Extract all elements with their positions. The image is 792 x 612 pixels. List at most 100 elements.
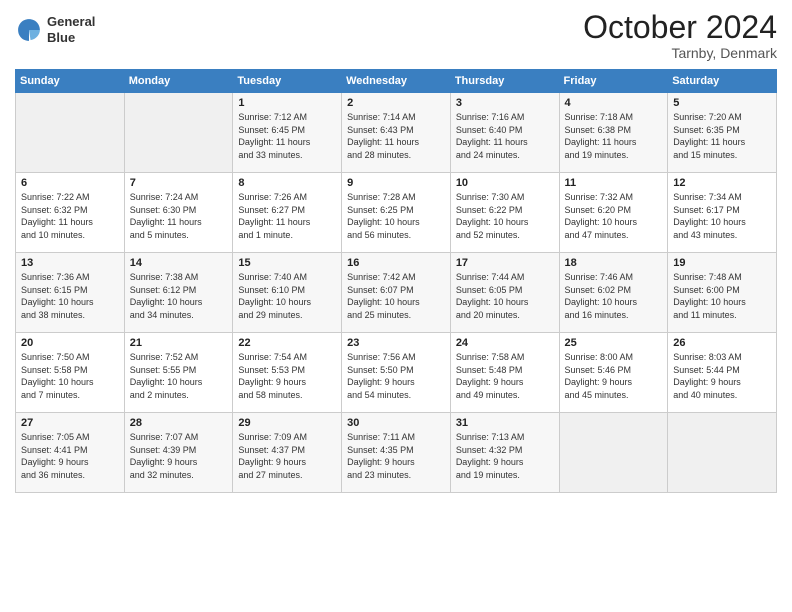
calendar-cell [559,413,668,493]
calendar-table: SundayMondayTuesdayWednesdayThursdayFrid… [15,69,777,493]
day-info: Sunrise: 7:26 AM Sunset: 6:27 PM Dayligh… [238,191,336,241]
logo-icon [15,16,43,44]
day-info: Sunrise: 7:12 AM Sunset: 6:45 PM Dayligh… [238,111,336,161]
calendar-cell: 10 Sunrise: 7:30 AM Sunset: 6:22 PM Dayli… [450,173,559,253]
day-number: 5 [673,97,771,109]
title-location: Tarnby, Denmark [583,45,777,61]
logo-line1: General [47,14,95,30]
day-number: 19 [673,257,771,269]
day-number: 30 [347,417,445,429]
day-number: 23 [347,337,445,349]
calendar-header-sunday: Sunday [16,70,125,93]
calendar-cell: 3 Sunrise: 7:16 AM Sunset: 6:40 PM Daylig… [450,93,559,173]
day-number: 18 [565,257,663,269]
day-number: 10 [456,177,554,189]
calendar-cell: 26 Sunrise: 8:03 AM Sunset: 5:44 PM Dayli… [668,333,777,413]
day-info: Sunrise: 7:36 AM Sunset: 6:15 PM Dayligh… [21,271,119,321]
day-number: 11 [565,177,663,189]
calendar-cell: 23 Sunrise: 7:56 AM Sunset: 5:50 PM Dayli… [342,333,451,413]
calendar-cell: 20 Sunrise: 7:50 AM Sunset: 5:58 PM Dayli… [16,333,125,413]
day-info: Sunrise: 7:40 AM Sunset: 6:10 PM Dayligh… [238,271,336,321]
calendar-header-monday: Monday [124,70,233,93]
calendar-cell: 1 Sunrise: 7:12 AM Sunset: 6:45 PM Daylig… [233,93,342,173]
day-number: 13 [21,257,119,269]
day-number: 14 [130,257,228,269]
day-number: 20 [21,337,119,349]
day-info: Sunrise: 8:00 AM Sunset: 5:46 PM Dayligh… [565,351,663,401]
day-info: Sunrise: 7:42 AM Sunset: 6:07 PM Dayligh… [347,271,445,321]
day-info: Sunrise: 7:52 AM Sunset: 5:55 PM Dayligh… [130,351,228,401]
day-info: Sunrise: 7:56 AM Sunset: 5:50 PM Dayligh… [347,351,445,401]
day-info: Sunrise: 7:48 AM Sunset: 6:00 PM Dayligh… [673,271,771,321]
day-info: Sunrise: 7:32 AM Sunset: 6:20 PM Dayligh… [565,191,663,241]
day-number: 9 [347,177,445,189]
day-number: 31 [456,417,554,429]
logo-text: General Blue [47,14,95,45]
day-info: Sunrise: 7:13 AM Sunset: 4:32 PM Dayligh… [456,431,554,481]
calendar-cell: 22Sunrise: 7:54 AM Sunset: 5:53 PM Dayli… [233,333,342,413]
calendar-cell [124,93,233,173]
day-info: Sunrise: 7:05 AM Sunset: 4:41 PM Dayligh… [21,431,119,481]
day-info: Sunrise: 7:58 AM Sunset: 5:48 PM Dayligh… [456,351,554,401]
day-number: 29 [238,417,336,429]
calendar-week-row: 13 Sunrise: 7:36 AM Sunset: 6:15 PM Dayli… [16,253,777,333]
day-number: 16 [347,257,445,269]
day-info: Sunrise: 7:16 AM Sunset: 6:40 PM Dayligh… [456,111,554,161]
day-info: Sunrise: 7:18 AM Sunset: 6:38 PM Dayligh… [565,111,663,161]
calendar-cell: 16 Sunrise: 7:42 AM Sunset: 6:07 PM Dayli… [342,253,451,333]
calendar-cell: 19 Sunrise: 7:48 AM Sunset: 6:00 PM Dayli… [668,253,777,333]
day-number: 25 [565,337,663,349]
logo-line2: Blue [47,30,95,46]
day-number: 15 [238,257,336,269]
day-number: 1 [238,97,336,109]
calendar-cell: 12 Sunrise: 7:34 AM Sunset: 6:17 PM Dayli… [668,173,777,253]
calendar-cell: 14Sunrise: 7:38 AM Sunset: 6:12 PM Dayli… [124,253,233,333]
day-number: 24 [456,337,554,349]
day-number: 6 [21,177,119,189]
calendar-week-row: 20 Sunrise: 7:50 AM Sunset: 5:58 PM Dayli… [16,333,777,413]
calendar-week-row: 1 Sunrise: 7:12 AM Sunset: 6:45 PM Daylig… [16,93,777,173]
calendar-header-tuesday: Tuesday [233,70,342,93]
day-number: 27 [21,417,119,429]
day-info: Sunrise: 7:09 AM Sunset: 4:37 PM Dayligh… [238,431,336,481]
calendar-cell: 27 Sunrise: 7:05 AM Sunset: 4:41 PM Dayli… [16,413,125,493]
day-number: 8 [238,177,336,189]
day-info: Sunrise: 7:34 AM Sunset: 6:17 PM Dayligh… [673,191,771,241]
logo: General Blue [15,14,95,45]
day-info: Sunrise: 7:46 AM Sunset: 6:02 PM Dayligh… [565,271,663,321]
calendar-header-row: SundayMondayTuesdayWednesdayThursdayFrid… [16,70,777,93]
day-info: Sunrise: 7:22 AM Sunset: 6:32 PM Dayligh… [21,191,119,241]
day-number: 7 [130,177,228,189]
day-number: 28 [130,417,228,429]
calendar-cell: 25 Sunrise: 8:00 AM Sunset: 5:46 PM Dayli… [559,333,668,413]
day-info: Sunrise: 7:20 AM Sunset: 6:35 PM Dayligh… [673,111,771,161]
calendar-header-wednesday: Wednesday [342,70,451,93]
day-info: Sunrise: 8:03 AM Sunset: 5:44 PM Dayligh… [673,351,771,401]
calendar-cell: 31 Sunrise: 7:13 AM Sunset: 4:32 PM Dayli… [450,413,559,493]
day-info: Sunrise: 7:07 AM Sunset: 4:39 PM Dayligh… [130,431,228,481]
page: General Blue October 2024 Tarnby, Denmar… [0,0,792,612]
day-info: Sunrise: 7:14 AM Sunset: 6:43 PM Dayligh… [347,111,445,161]
calendar-cell: 5 Sunrise: 7:20 AM Sunset: 6:35 PM Daylig… [668,93,777,173]
day-number: 2 [347,97,445,109]
day-info: Sunrise: 7:30 AM Sunset: 6:22 PM Dayligh… [456,191,554,241]
day-number: 3 [456,97,554,109]
calendar-cell: 24 Sunrise: 7:58 AM Sunset: 5:48 PM Dayli… [450,333,559,413]
day-info: Sunrise: 7:11 AM Sunset: 4:35 PM Dayligh… [347,431,445,481]
calendar-week-row: 27 Sunrise: 7:05 AM Sunset: 4:41 PM Dayli… [16,413,777,493]
header: General Blue October 2024 Tarnby, Denmar… [15,10,777,61]
calendar-week-row: 6 Sunrise: 7:22 AM Sunset: 6:32 PM Daylig… [16,173,777,253]
day-number: 12 [673,177,771,189]
day-number: 26 [673,337,771,349]
calendar-cell: 18 Sunrise: 7:46 AM Sunset: 6:02 PM Dayli… [559,253,668,333]
calendar-cell: 7 Sunrise: 7:24 AM Sunset: 6:30 PM Daylig… [124,173,233,253]
day-info: Sunrise: 7:44 AM Sunset: 6:05 PM Dayligh… [456,271,554,321]
calendar-cell: 17 Sunrise: 7:44 AM Sunset: 6:05 PM Dayli… [450,253,559,333]
calendar-cell: 29 Sunrise: 7:09 AM Sunset: 4:37 PM Dayli… [233,413,342,493]
day-info: Sunrise: 7:50 AM Sunset: 5:58 PM Dayligh… [21,351,119,401]
calendar-cell: 11 Sunrise: 7:32 AM Sunset: 6:20 PM Dayli… [559,173,668,253]
calendar-header-thursday: Thursday [450,70,559,93]
title-block: October 2024 Tarnby, Denmark [583,10,777,61]
day-number: 17 [456,257,554,269]
day-info: Sunrise: 7:24 AM Sunset: 6:30 PM Dayligh… [130,191,228,241]
